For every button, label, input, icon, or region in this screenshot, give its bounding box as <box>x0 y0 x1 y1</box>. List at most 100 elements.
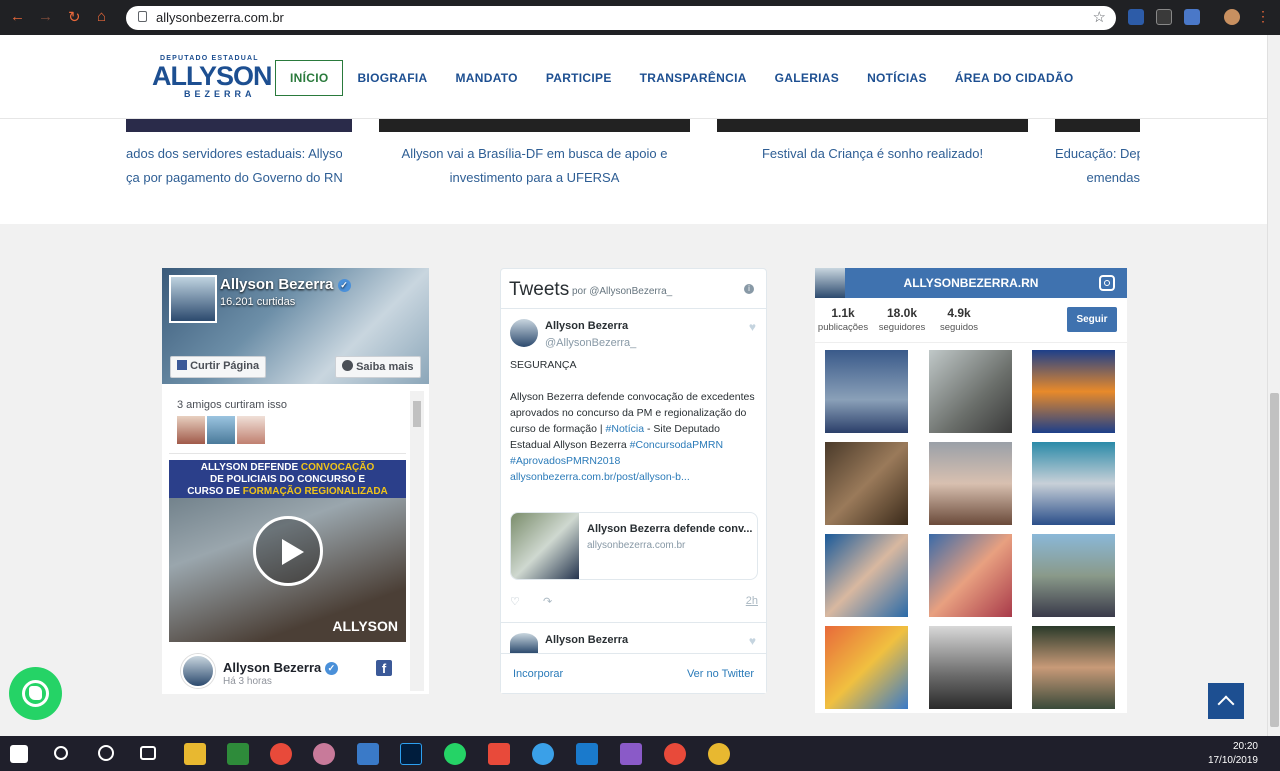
nav-biografia[interactable]: BIOGRAFIA <box>357 71 427 85</box>
app-icon[interactable] <box>620 743 642 765</box>
tweet-author-name[interactable]: Allyson Bezerra <box>545 320 628 332</box>
twitter-bird-icon[interactable]: ♥ <box>749 634 756 648</box>
facebook-feed-scrollbar[interactable] <box>410 391 424 691</box>
app-icon[interactable] <box>532 743 554 765</box>
news-caption[interactable]: ados dos servidores estaduais: Allyson ça… <box>126 142 342 190</box>
app-icon[interactable] <box>313 743 335 765</box>
twitter-by-handle[interactable]: por @AllysonBezerra_ <box>572 286 672 297</box>
news-image[interactable] <box>1055 119 1140 132</box>
nav-participe[interactable]: PARTICIPE <box>546 71 612 85</box>
reload-icon[interactable]: ↻ <box>68 8 81 26</box>
embed-link[interactable]: Incorporar <box>513 668 563 680</box>
play-button-icon[interactable] <box>253 516 323 586</box>
nav-galerias[interactable]: GALERIAS <box>775 71 839 85</box>
hashtag-link[interactable]: #Notícia <box>606 423 645 435</box>
app-icon[interactable] <box>227 743 249 765</box>
profile-avatar[interactable] <box>1224 9 1240 25</box>
whatsapp-icon[interactable] <box>444 743 466 765</box>
facebook-video-post[interactable]: ALLYSON DEFENDE CONVOCAÇÃO DE POLICIAIS … <box>169 460 406 642</box>
nav-transparencia[interactable]: TRANSPARÊNCIA <box>640 71 747 85</box>
pdf-reader-icon[interactable] <box>488 743 510 765</box>
instagram-photo[interactable] <box>929 350 1012 433</box>
info-icon[interactable]: i <box>744 284 754 294</box>
like-heart-icon[interactable]: ♡ <box>510 596 520 608</box>
card-domain: allysonbezerra.com.br <box>587 540 686 551</box>
back-icon[interactable]: ← <box>10 8 25 25</box>
windows-start-icon[interactable] <box>10 745 28 763</box>
task-view-icon[interactable] <box>140 746 156 760</box>
home-icon[interactable]: ⌂ <box>97 8 106 25</box>
facebook-page-avatar[interactable] <box>169 275 217 323</box>
vscode-icon[interactable] <box>576 743 598 765</box>
hashtag-link[interactable]: #AprovadosPMRN2018 <box>510 455 620 467</box>
instagram-username[interactable]: ALLYSONBEZERRA.RN <box>815 276 1127 290</box>
translate-icon[interactable] <box>1184 9 1200 25</box>
news-image[interactable] <box>379 119 690 132</box>
site-logo[interactable]: DEPUTADO ESTADUAL ALLYSON BEZERRA <box>152 55 273 101</box>
follow-button[interactable]: Seguir <box>1067 307 1117 332</box>
friend-avatar[interactable] <box>177 416 205 444</box>
nav-noticias[interactable]: NOTÍCIAS <box>867 71 927 85</box>
friend-avatar[interactable] <box>207 416 235 444</box>
nav-area-cidadao[interactable]: ÁREA DO CIDADÃO <box>955 71 1074 85</box>
scrollbar-thumb[interactable] <box>1270 393 1279 727</box>
verified-badge-icon: ✓ <box>337 278 351 292</box>
tweet-avatar[interactable] <box>510 319 538 347</box>
facebook-icon[interactable]: f <box>376 660 392 676</box>
instagram-photo[interactable] <box>1032 350 1115 433</box>
file-explorer-icon[interactable] <box>184 743 206 765</box>
app-icon[interactable] <box>357 743 379 765</box>
post-author[interactable]: Allyson Bezerra ✓ <box>223 660 338 676</box>
forward-icon[interactable]: → <box>38 8 53 25</box>
instagram-photo[interactable] <box>1032 534 1115 617</box>
chrome-icon[interactable] <box>270 743 292 765</box>
cortana-icon[interactable] <box>98 745 114 761</box>
news-image[interactable] <box>717 119 1028 132</box>
instagram-photo[interactable] <box>825 350 908 433</box>
news-caption[interactable]: Allyson vai a Brasília-DF em busca de ap… <box>379 142 690 190</box>
instagram-photo[interactable] <box>929 534 1012 617</box>
post-avatar[interactable] <box>181 654 215 688</box>
tweet-time[interactable]: 2h <box>746 595 758 607</box>
whatsapp-button-icon[interactable] <box>9 667 62 720</box>
facebook-page-name[interactable]: Allyson Bezerra ✓ <box>220 276 351 293</box>
tweet-link-card[interactable]: Allyson Bezerra defende conv... allysonb… <box>510 512 758 580</box>
news-caption[interactable]: Festival da Criança é sonho realizado! <box>717 142 1028 166</box>
instagram-photo[interactable] <box>1032 442 1115 525</box>
news-caption[interactable]: Educação: Dep emendas <box>1055 142 1140 190</box>
search-icon[interactable] <box>54 746 68 760</box>
instagram-photo[interactable] <box>825 534 908 617</box>
instagram-icon[interactable] <box>1099 275 1115 291</box>
extension-icon[interactable] <box>1128 9 1144 25</box>
facebook-page-widget: Allyson Bezerra ✓ 16.201 curtidas Curtir… <box>162 268 429 694</box>
instagram-photo[interactable] <box>1032 626 1115 709</box>
share-icon[interactable]: ↷ <box>543 596 552 608</box>
cast-icon[interactable] <box>1156 9 1172 25</box>
photoshop-icon[interactable] <box>400 743 422 765</box>
view-on-twitter-link[interactable]: Ver no Twitter <box>687 668 754 680</box>
nav-mandato[interactable]: MANDATO <box>456 71 518 85</box>
learn-more-button[interactable]: Saiba mais <box>335 356 421 378</box>
menu-kebab-icon[interactable]: ⋮ <box>1256 8 1270 25</box>
tweet-author-handle[interactable]: @AllysonBezerra_ <box>545 337 636 349</box>
twitter-bird-icon[interactable]: ♥ <box>749 320 756 334</box>
tweet-author-name[interactable]: Allyson Bezerra <box>545 634 628 646</box>
tweet-avatar[interactable] <box>510 633 538 653</box>
hashtag-link[interactable]: #ConcursodaPMRN <box>630 439 723 451</box>
instagram-photo[interactable] <box>929 626 1012 709</box>
chrome-icon[interactable] <box>708 743 730 765</box>
chrome-icon[interactable] <box>664 743 686 765</box>
bookmark-star-icon[interactable]: ☆ <box>1093 8 1106 26</box>
news-image[interactable] <box>126 119 352 132</box>
instagram-photo[interactable] <box>825 626 908 709</box>
instagram-photo[interactable] <box>929 442 1012 525</box>
like-page-button[interactable]: Curtir Página <box>170 356 267 378</box>
address-bar[interactable]: allysonbezerra.com.br ☆ <box>126 6 1116 30</box>
nav-inicio[interactable]: INÍCIO <box>275 60 344 96</box>
friend-avatar[interactable] <box>237 416 265 444</box>
instagram-photo[interactable] <box>825 442 908 525</box>
clock[interactable]: 20:20 17/10/2019 <box>1208 740 1258 768</box>
back-to-top-button[interactable] <box>1208 683 1244 719</box>
page-scrollbar[interactable] <box>1267 35 1280 736</box>
tweet-url-link[interactable]: allysonbezerra.com.br/post/allyson-b... <box>510 471 690 483</box>
